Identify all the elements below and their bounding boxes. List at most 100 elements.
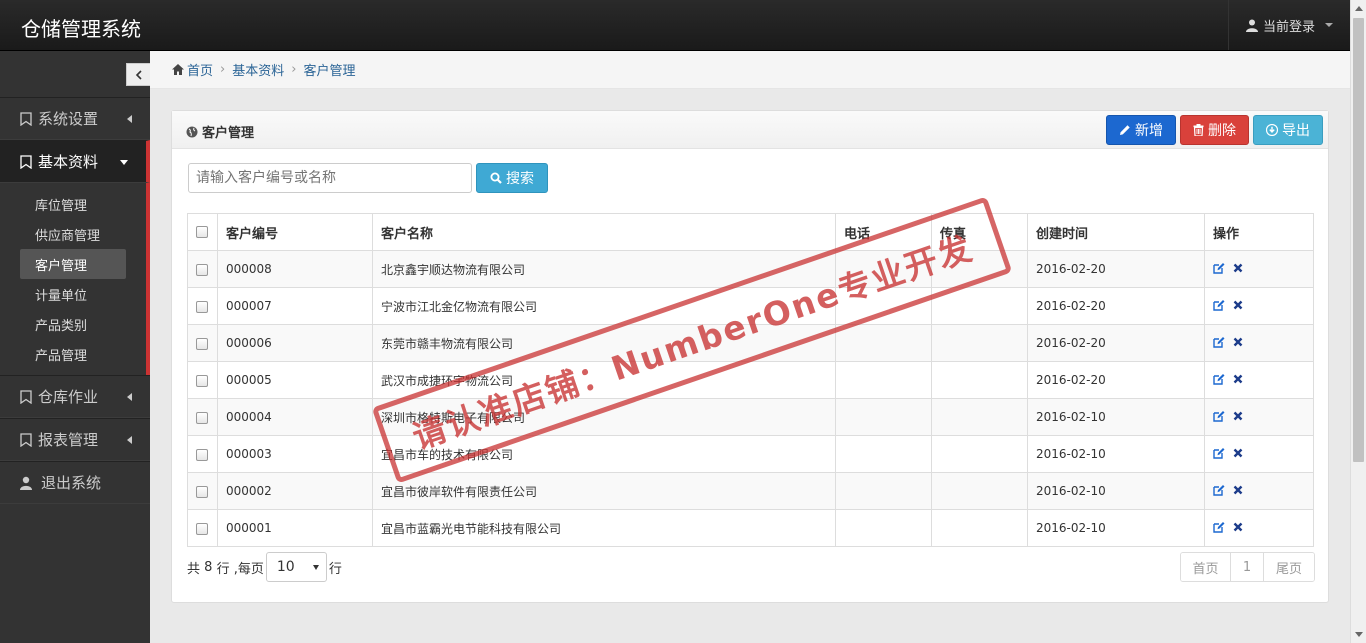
customer-panel: 客户管理 新增 删除 导出 搜索 客户编号 客户名称 电话 传真 创建时间: [171, 110, 1329, 603]
home-icon: [172, 64, 184, 75]
row-checkbox[interactable]: [196, 337, 208, 350]
row-checkbox[interactable]: [196, 522, 208, 535]
sidebar-item-system-settings[interactable]: 系统设置: [0, 97, 150, 140]
column-header-code[interactable]: 客户编号: [217, 213, 373, 251]
cell-created: 2016-02-10: [1027, 509, 1205, 547]
row-checkbox[interactable]: [196, 263, 208, 276]
column-header-created[interactable]: 创建时间: [1027, 213, 1205, 251]
edit-icon[interactable]: [1213, 410, 1225, 422]
sidebar-item-warehouse-ops[interactable]: 仓库作业: [0, 375, 150, 418]
edit-icon[interactable]: [1213, 373, 1225, 385]
sidebar-subitem-supplier[interactable]: 供应商管理: [20, 219, 126, 249]
pager-first[interactable]: 首页: [1181, 553, 1231, 581]
sidebar-subitem-unit[interactable]: 计量单位: [20, 279, 126, 309]
caret-left-icon: [127, 115, 132, 123]
cell-fax: [931, 398, 1028, 436]
delete-icon[interactable]: [1233, 448, 1243, 458]
cell-phone: [835, 509, 932, 547]
sidebar-subitem-product[interactable]: 产品管理: [20, 339, 126, 369]
column-header-fax[interactable]: 传真: [931, 213, 1028, 251]
add-button[interactable]: 新增: [1106, 115, 1176, 145]
cell-created: 2016-02-20: [1027, 361, 1205, 399]
caret-left-icon: [127, 436, 132, 444]
cell-customer-code: 000006: [217, 324, 373, 362]
app-title: 仓储管理系统: [21, 17, 141, 41]
cell-fax: [931, 361, 1028, 399]
cell-created: 2016-02-20: [1027, 250, 1205, 288]
sidebar-item-reports[interactable]: 报表管理: [0, 418, 150, 461]
column-header-phone[interactable]: 电话: [835, 213, 932, 251]
edit-icon[interactable]: [1213, 299, 1225, 311]
pager-last[interactable]: 尾页: [1264, 553, 1314, 581]
row-checkbox[interactable]: [196, 374, 208, 387]
cell-customer-code: 000004: [217, 398, 373, 436]
select-all-checkbox[interactable]: [196, 226, 208, 238]
export-button-label: 导出: [1282, 123, 1310, 139]
sidebar-collapse-button[interactable]: [126, 63, 150, 86]
row-checkbox[interactable]: [196, 300, 208, 313]
page-scrollbar[interactable]: [1350, 0, 1366, 643]
edit-icon[interactable]: [1213, 484, 1225, 496]
sidebar-subitem-location[interactable]: 库位管理: [20, 189, 126, 219]
scroll-down-icon[interactable]: [1355, 632, 1363, 637]
sidebar-item-label: 基本资料: [38, 153, 99, 171]
page-size-value: 10: [276, 559, 295, 575]
page-size-suffix: 行: [328, 561, 342, 577]
bookmark-icon: [20, 154, 32, 169]
search-input[interactable]: [188, 163, 472, 193]
row-checkbox[interactable]: [196, 485, 208, 498]
breadcrumb-home[interactable]: 首页: [187, 60, 213, 79]
row-select-cell: [187, 324, 218, 362]
delete-icon[interactable]: [1233, 522, 1243, 532]
sidebar-subitem-category[interactable]: 产品类别: [20, 309, 126, 339]
row-select-cell: [187, 250, 218, 288]
breadcrumb-customer[interactable]: 客户管理: [303, 60, 355, 79]
row-checkbox[interactable]: [196, 411, 208, 424]
edit-icon[interactable]: [1213, 521, 1225, 533]
delete-button[interactable]: 删除: [1180, 115, 1249, 145]
breadcrumb-basic-data[interactable]: 基本资料: [232, 60, 284, 79]
scroll-up-icon[interactable]: [1355, 6, 1363, 11]
table-row: 000008 北京鑫宇顺达物流有限公司 2016-02-20: [187, 250, 1314, 288]
edit-icon[interactable]: [1213, 447, 1225, 459]
column-header-name[interactable]: 客户名称: [372, 213, 836, 251]
bookmark-icon: [20, 432, 32, 447]
sidebar-item-basic-data[interactable]: 基本资料: [0, 140, 150, 183]
panel-title: 客户管理: [186, 122, 254, 141]
delete-icon[interactable]: [1233, 337, 1243, 347]
sidebar-subitem-customer[interactable]: 客户管理: [20, 249, 126, 279]
page-size-select[interactable]: 10: [265, 552, 327, 582]
cell-customer-code: 000008: [217, 250, 373, 288]
row-select-cell: [187, 435, 218, 473]
row-select-cell: [187, 472, 218, 510]
delete-button-label: 删除: [1208, 123, 1236, 139]
delete-icon[interactable]: [1233, 300, 1243, 310]
pager-page-1[interactable]: 1: [1231, 553, 1264, 581]
delete-icon[interactable]: [1233, 411, 1243, 421]
breadcrumb: 首页 › 基本资料 › 客户管理: [150, 51, 1350, 89]
delete-icon[interactable]: [1233, 374, 1243, 384]
edit-icon[interactable]: [1213, 262, 1225, 274]
sidebar-item-label: 系统设置: [38, 110, 99, 128]
cell-phone: [835, 435, 932, 473]
select-all-cell: [187, 213, 218, 251]
cell-customer-code: 000005: [217, 361, 373, 399]
sidebar-item-logout[interactable]: 退出系统: [0, 461, 150, 504]
delete-icon[interactable]: [1233, 263, 1243, 273]
search-button[interactable]: 搜索: [476, 163, 548, 193]
cell-fax: [931, 324, 1028, 362]
cell-actions: [1204, 287, 1314, 325]
edit-icon[interactable]: [1213, 336, 1225, 348]
cell-customer-code: 000001: [217, 509, 373, 547]
sidebar-item-label: 仓库作业: [38, 388, 99, 406]
cell-customer-name: 宜昌市蓝霸光电节能科技有限公司: [372, 509, 836, 547]
cell-fax: [931, 287, 1028, 325]
user-menu[interactable]: 当前登录: [1228, 0, 1350, 50]
delete-icon[interactable]: [1233, 485, 1243, 495]
caret-down-icon: [120, 160, 128, 165]
scroll-thumb[interactable]: [1353, 18, 1364, 462]
cell-created: 2016-02-10: [1027, 398, 1205, 436]
row-select-cell: [187, 287, 218, 325]
export-button[interactable]: 导出: [1253, 115, 1323, 145]
row-checkbox[interactable]: [196, 448, 208, 461]
